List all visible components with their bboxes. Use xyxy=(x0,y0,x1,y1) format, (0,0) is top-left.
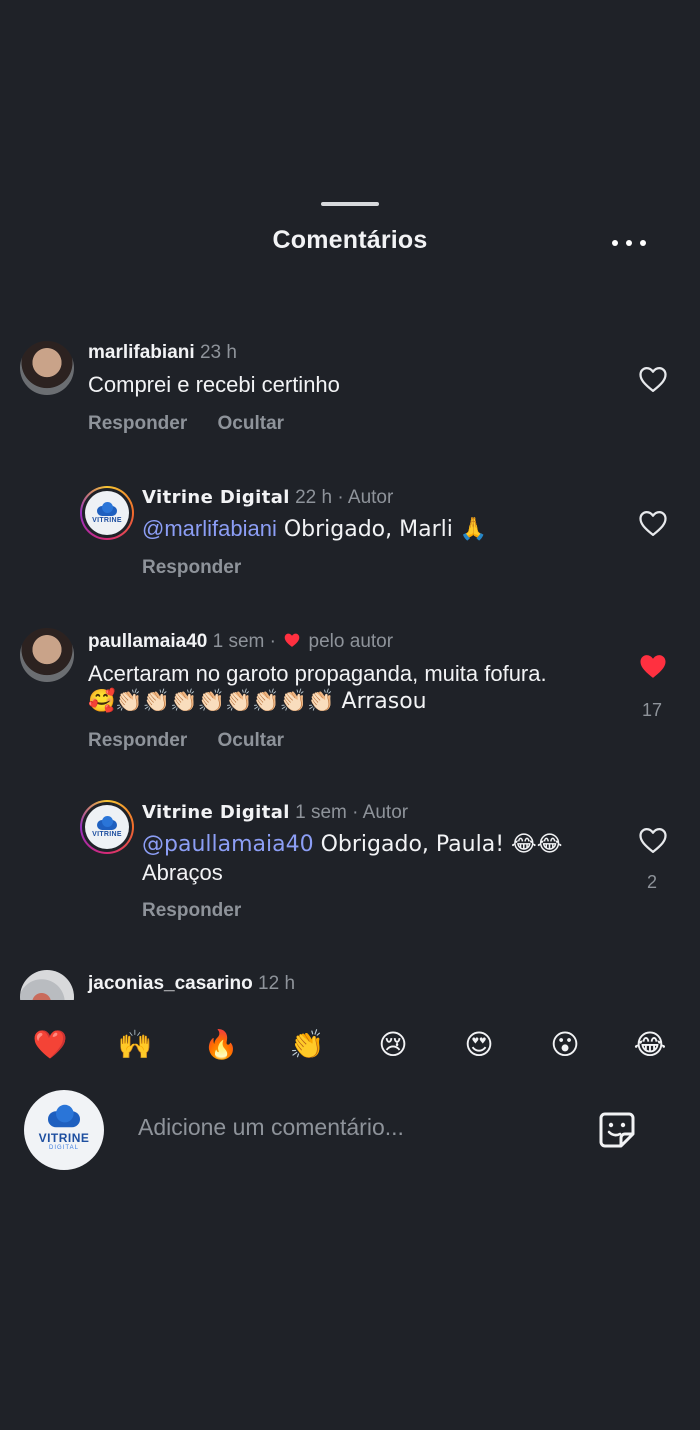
avatar[interactable] xyxy=(20,970,74,1000)
page-title: Comentários xyxy=(272,226,428,254)
reaction-fire[interactable]: 🔥 xyxy=(199,1022,243,1066)
avatar-brand-text: VITRINE xyxy=(38,1131,90,1145)
timestamp: 23 h xyxy=(199,342,237,363)
like-count: 17 xyxy=(641,700,663,720)
comment-text-line: 🥰👏🏻👏🏻👏🏻👏🏻👏🏻👏🏻👏🏻👏🏻 Arrasou xyxy=(88,689,427,714)
comment-input[interactable]: Adicione um comentário... xyxy=(138,1114,404,1141)
comment-text: Comprei e recebi certinho xyxy=(88,372,340,397)
comment-text-line: Abraços xyxy=(142,860,223,885)
heart-outline-icon[interactable] xyxy=(638,826,668,854)
username[interactable]: Vitrine Digital xyxy=(142,802,290,823)
username[interactable]: marlifabiani xyxy=(88,342,195,363)
like-count: 2 xyxy=(646,872,657,892)
avatar[interactable]: VITRINE xyxy=(80,800,134,854)
cloud-logo-icon xyxy=(45,1104,83,1128)
comment-actions: Responder Ocultar xyxy=(88,730,309,752)
separator: · xyxy=(269,631,276,652)
avatar[interactable] xyxy=(20,341,74,395)
comment-actions: Responder Ocultar xyxy=(88,413,309,435)
comment-meta: paullamaia40 1 sem · pelo autor xyxy=(88,631,393,653)
heart-outline-icon[interactable] xyxy=(638,509,668,537)
heart-filled-icon[interactable] xyxy=(638,652,668,680)
timestamp: 22 h xyxy=(295,487,333,508)
reaction-laughing[interactable]: 😂 xyxy=(628,1022,672,1066)
quick-reactions-bar: ❤️ 🙌 🔥 👏 😢 😍 😮 😂 xyxy=(0,1000,700,1090)
comment-actions: Responder xyxy=(142,900,266,922)
comment-actions: Responder xyxy=(142,557,266,579)
mention-link[interactable]: @marlifabiani xyxy=(142,516,277,541)
heart-outline-icon[interactable] xyxy=(638,365,668,393)
heart-filled-icon xyxy=(284,633,300,647)
username[interactable]: Vitrine Digital xyxy=(142,487,290,508)
composer-avatar: VITRINE DIGITAL xyxy=(24,1090,104,1170)
reaction-heart-eyes[interactable]: 😍 xyxy=(457,1022,501,1066)
reaction-surprised[interactable]: 😮 xyxy=(543,1022,587,1066)
reply-button[interactable]: Responder xyxy=(142,557,241,578)
liked-by-author-label: pelo autor xyxy=(308,631,394,652)
timestamp: 1 sem xyxy=(295,802,347,823)
timestamp: 12 h xyxy=(258,973,296,994)
reaction-crying[interactable]: 😢 xyxy=(371,1022,415,1066)
reaction-clap[interactable]: 👏 xyxy=(285,1022,329,1066)
avatar[interactable] xyxy=(20,628,74,682)
author-badge: · Autor xyxy=(352,802,409,823)
comment-text-line: @paullamaia40 Obrigado, Paula! 😂😂 xyxy=(142,831,562,858)
reaction-raised-hands[interactable]: 🙌 xyxy=(113,1022,157,1066)
sticker-icon[interactable] xyxy=(596,1110,638,1150)
cloud-logo-icon xyxy=(95,816,119,830)
cloud-logo-icon xyxy=(95,502,119,516)
avatar[interactable]: VITRINE xyxy=(80,486,134,540)
hide-button[interactable]: Ocultar xyxy=(218,413,285,434)
comment-body: Obrigado, Paula! 😂😂 xyxy=(313,832,563,857)
hide-button[interactable]: Ocultar xyxy=(218,730,285,751)
comment-meta: Vitrine Digital 1 sem · Autor xyxy=(142,802,408,824)
logo-text: VITRINE xyxy=(92,517,122,524)
username[interactable]: jaconias_casarino xyxy=(88,973,253,994)
reply-button[interactable]: Responder xyxy=(142,900,241,921)
drag-handle[interactable] xyxy=(321,202,379,206)
timestamp: 1 sem xyxy=(212,631,265,652)
username[interactable]: paullamaia40 xyxy=(88,631,207,652)
comment-text: @marlifabiani Obrigado, Marli 🙏 xyxy=(142,515,487,543)
reply-button[interactable]: Responder xyxy=(88,413,187,434)
comment-meta: Vitrine Digital 22 h · Autor xyxy=(142,487,393,509)
comment-body: Obrigado, Marli 🙏 xyxy=(276,517,488,542)
logo-text: VITRINE xyxy=(92,831,122,838)
avatar-brand-subtext: DIGITAL xyxy=(49,1145,79,1151)
author-badge: · Autor xyxy=(337,487,394,508)
reaction-heart[interactable]: ❤️ xyxy=(28,1022,72,1066)
mention-link[interactable]: @paullamaia40 xyxy=(142,832,314,857)
comment-text-line: Acertaram no garoto propaganda, muita fo… xyxy=(88,661,547,686)
comment-meta: marlifabiani 23 h xyxy=(88,342,237,364)
more-icon[interactable] xyxy=(612,232,646,254)
comment-meta: jaconias_casarino 12 h xyxy=(88,973,295,995)
reply-button[interactable]: Responder xyxy=(88,730,187,751)
